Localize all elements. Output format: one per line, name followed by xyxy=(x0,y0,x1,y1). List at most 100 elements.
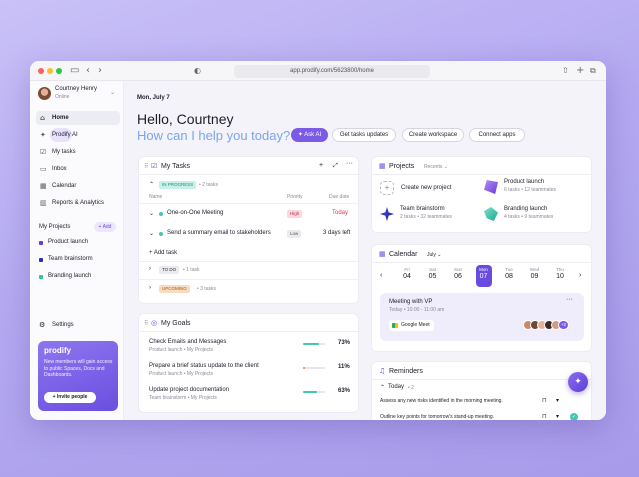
plus-icon: + xyxy=(380,181,394,195)
calendar-day[interactable]: Mon 07 xyxy=(475,265,492,287)
goal-progress-fill xyxy=(303,391,317,393)
get-tasks-updates-button[interactable]: Get tasks updates xyxy=(332,128,396,142)
delete-icon[interactable]: ▾ xyxy=(556,397,559,404)
nav-settings[interactable]: ⚙ Settings xyxy=(39,321,99,331)
upcoming-chevron-icon[interactable]: › xyxy=(149,285,151,291)
google-meet-button[interactable]: Google Meet xyxy=(389,320,434,331)
sidebar-project-team-brainstorm[interactable]: Team brainstorm xyxy=(39,255,119,265)
promo-text: New members will gain access to public S… xyxy=(44,359,113,378)
event-title: Meeting with VP xyxy=(389,299,433,305)
my-projects-heading: My Projects xyxy=(39,224,71,230)
expand-chevron-icon[interactable]: ⌄ xyxy=(149,230,154,237)
url-text: app.prodify.com/5623800/home xyxy=(290,68,374,74)
sidebar-project-branding-launch[interactable]: Branding launch xyxy=(39,272,119,282)
close-window-button[interactable] xyxy=(38,68,44,74)
task-row[interactable]: ⌄ Send a summary email to stakeholders L… xyxy=(139,227,360,241)
back-icon[interactable]: ‹ xyxy=(86,64,90,78)
ask-ai-button[interactable]: ✦ Ask AI xyxy=(291,128,328,142)
nav-inbox[interactable]: ▭ Inbox xyxy=(36,162,120,176)
collapse-chevron-icon[interactable]: ⌃ xyxy=(149,181,154,188)
expand-chevron-icon[interactable]: ⌄ xyxy=(149,210,154,217)
tabs-overview-icon[interactable]: ⧉ xyxy=(590,64,596,78)
new-tab-icon[interactable]: + xyxy=(576,64,584,78)
my-goals-card: ⠿ ◎ My Goals Check Emails and Messages P… xyxy=(138,313,360,413)
drag-handle-icon[interactable]: ⠿ xyxy=(144,320,148,327)
main-content: Mon, July 7 Hello, Courtney How can I he… xyxy=(124,81,606,420)
create-workspace-button[interactable]: Create workspace xyxy=(402,128,464,142)
divider xyxy=(139,203,360,204)
snooze-icon[interactable]: ⊓ xyxy=(542,413,547,420)
prev-week-icon[interactable]: ‹ xyxy=(380,272,382,279)
ai-assistant-fab[interactable]: ✦ xyxy=(568,372,588,392)
day-number: 04 xyxy=(403,273,411,280)
nav-calendar[interactable]: ▦ Calendar xyxy=(36,179,120,193)
project-meta: 4 tasks • 9 teammates xyxy=(504,214,554,220)
nav-home[interactable]: ⌂ Home xyxy=(36,111,120,125)
calendar-day[interactable]: Fri 04 xyxy=(399,265,415,287)
divider xyxy=(372,379,593,380)
forward-icon[interactable]: › xyxy=(98,64,102,78)
chevron-down-icon: ⌄ xyxy=(110,90,116,96)
goal-item[interactable]: Prepare a brief status update to the cli… xyxy=(139,363,360,383)
day-number: 07 xyxy=(479,273,488,280)
todo-chevron-icon[interactable]: › xyxy=(149,266,151,272)
sidebar-project-product-launch[interactable]: Product launch xyxy=(39,238,119,248)
add-task-icon[interactable]: + xyxy=(319,162,323,169)
invite-people-button[interactable]: + Invite people xyxy=(44,392,96,403)
event-more-icon[interactable]: ··· xyxy=(566,296,573,303)
maximize-window-button[interactable] xyxy=(56,68,62,74)
goal-percent: 73% xyxy=(338,340,351,346)
calendar-day[interactable]: Tue 08 xyxy=(501,265,517,287)
goal-percent: 63% xyxy=(338,388,351,394)
due-date: Today xyxy=(332,210,349,216)
project-item[interactable]: Team brainstorm 2 tasks • 32 teammates xyxy=(380,206,480,224)
calendar-day[interactable]: Sat 05 xyxy=(425,265,441,287)
col-name: Name xyxy=(149,194,163,200)
project-item[interactable]: Branding launch 4 tasks • 9 teammates xyxy=(484,206,588,224)
goal-subtitle: Team brainstorm • My Projects xyxy=(149,395,217,401)
next-week-icon[interactable]: › xyxy=(579,272,581,279)
reminder-bell-icon: ♫ xyxy=(379,367,386,375)
project-color-dot xyxy=(39,241,43,245)
create-project-button[interactable]: + Create new project xyxy=(380,181,480,197)
browser-window: ▭ ‹ › ◐ app.prodify.com/5623800/home ⇧ +… xyxy=(30,61,606,420)
divider xyxy=(372,262,593,263)
nav-label: Reports & Analytics xyxy=(52,200,105,206)
sidebar-toggle-icon[interactable]: ▭ xyxy=(70,64,79,78)
snooze-icon[interactable]: ⊓ xyxy=(542,397,547,404)
expand-icon[interactable]: ⤢ xyxy=(333,162,338,170)
add-project-button[interactable]: + Add xyxy=(94,222,116,232)
add-task-button[interactable]: + Add task xyxy=(149,250,177,256)
browser-titlebar: ▭ ‹ › ◐ app.prodify.com/5623800/home ⇧ +… xyxy=(30,61,606,81)
share-icon[interactable]: ⇧ xyxy=(562,64,569,78)
task-row[interactable]: ⌄ One-on-One Meeting High Today xyxy=(139,207,360,221)
calendar-day[interactable]: Sun 06 xyxy=(450,265,466,287)
goal-item[interactable]: Update project documentation Team brains… xyxy=(139,387,360,407)
nav-label: Prodify AI xyxy=(52,132,78,138)
user-profile[interactable]: Courtney Henry Online ⌄ xyxy=(38,86,118,104)
drag-handle-icon[interactable]: ⠿ xyxy=(144,163,148,170)
col-priority: Priority xyxy=(287,194,303,200)
projects-filter-dropdown[interactable]: Recents ⌄ xyxy=(424,164,448,170)
event-card[interactable]: Meeting with VP Today • 10:00 - 11:00 am… xyxy=(380,293,584,341)
privacy-shield-icon: ◐ xyxy=(194,66,201,75)
goal-item[interactable]: Check Emails and Messages Product launch… xyxy=(139,339,360,359)
meet-label: Google Meet xyxy=(401,322,430,328)
project-item[interactable]: Product launch 6 tasks • 12 teammates xyxy=(484,179,588,197)
nav-prodify-ai[interactable]: ✦ Prodify AI xyxy=(36,128,120,142)
month-dropdown[interactable]: July ⌄ xyxy=(427,252,442,258)
project-name: Team brainstorm xyxy=(400,206,445,212)
connect-apps-button[interactable]: Connect apps xyxy=(469,128,525,142)
complete-check-icon[interactable]: ✓ xyxy=(570,413,578,420)
more-options-icon[interactable]: ··· xyxy=(346,160,353,167)
calendar-day[interactable]: Wed 09 xyxy=(527,265,543,287)
reminder-item[interactable]: Outline key points for tomorrow's stand-… xyxy=(372,411,593,420)
nav-my-tasks[interactable]: ☑ My tasks xyxy=(36,145,120,159)
reminders-collapse-icon[interactable]: ⌃ xyxy=(380,384,385,391)
address-bar[interactable]: app.prodify.com/5623800/home xyxy=(234,65,430,78)
nav-reports[interactable]: ▥ Reports & Analytics xyxy=(36,196,120,210)
calendar-day[interactable]: Thu 10 xyxy=(552,265,568,287)
minimize-window-button[interactable] xyxy=(47,68,53,74)
reminder-item[interactable]: Assess any new risks identified in the m… xyxy=(372,395,593,409)
delete-icon[interactable]: ▾ xyxy=(556,413,559,420)
